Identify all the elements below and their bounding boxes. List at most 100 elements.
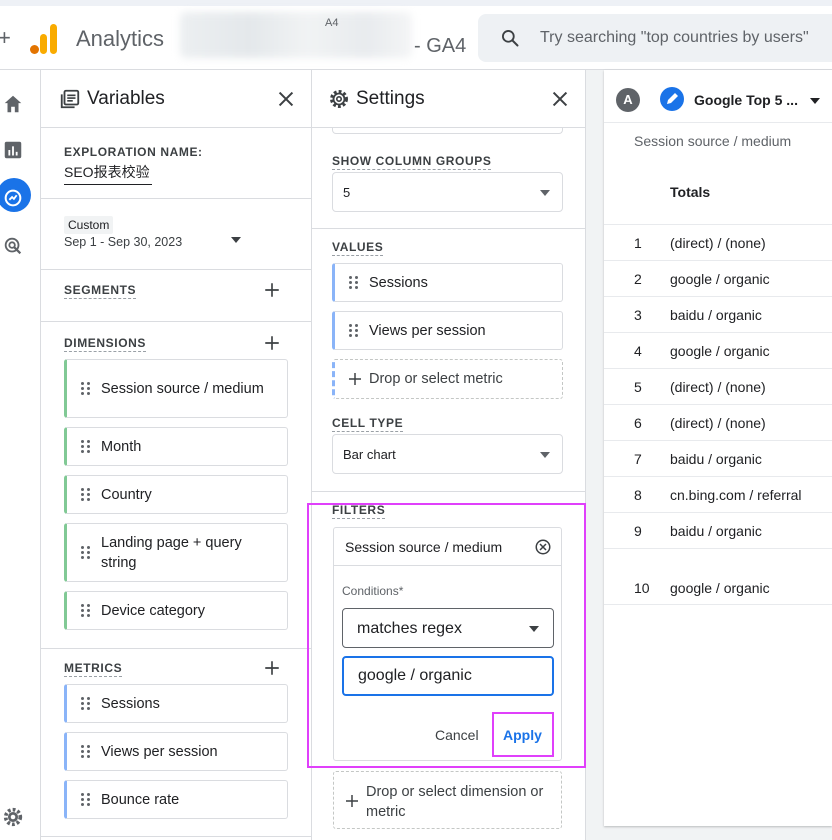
- add-dimension-plus-icon[interactable]: [263, 334, 281, 352]
- filter-expression-input[interactable]: [342, 656, 554, 696]
- close-icon[interactable]: [275, 88, 297, 110]
- conditions-label: Conditions*: [342, 584, 404, 598]
- drag-handle-icon[interactable]: [81, 487, 91, 502]
- row-value: google / organic: [670, 343, 770, 359]
- table-row[interactable]: 10 google / organic: [604, 548, 832, 604]
- filter-editor-header: Session source / medium: [334, 528, 561, 566]
- table-row[interactable]: 6 (direct) / (none): [604, 404, 832, 440]
- row-index: 8: [634, 487, 642, 503]
- property-small-text: A4: [325, 17, 339, 29]
- drag-handle-icon[interactable]: [81, 696, 91, 711]
- gear-icon[interactable]: [2, 806, 24, 828]
- row-value: google / organic: [670, 580, 770, 596]
- drop-metric-slot[interactable]: Drop or select metric: [332, 359, 563, 399]
- drag-handle-icon[interactable]: [81, 744, 91, 759]
- divider: [312, 228, 585, 229]
- table-end-divider: [604, 604, 832, 605]
- show-column-groups-select[interactable]: 5: [332, 172, 563, 212]
- row-index: 2: [634, 271, 642, 287]
- cell-type-select[interactable]: Bar chart: [332, 434, 563, 474]
- row-value: (direct) / (none): [670, 415, 766, 431]
- row-value: cn.bing.com / referral: [670, 487, 802, 503]
- column-header[interactable]: Session source / medium: [634, 133, 791, 149]
- exploration-name-field[interactable]: SEO报表校验: [64, 162, 152, 185]
- table-row[interactable]: 7 baidu / organic: [604, 440, 832, 476]
- drag-handle-icon[interactable]: [81, 792, 91, 807]
- dimension-chip-label: Device category: [101, 602, 205, 619]
- metrics-label: METRICS: [64, 661, 123, 677]
- drop-dimension-or-metric-slot[interactable]: Drop or select dimension or metric: [333, 771, 562, 829]
- cancel-button[interactable]: Cancel: [435, 727, 479, 743]
- dimension-chip[interactable]: Country: [64, 475, 288, 514]
- drag-handle-icon[interactable]: [81, 545, 91, 560]
- dimensions-label: DIMENSIONS: [64, 336, 147, 352]
- add-metric-plus-icon[interactable]: [263, 659, 281, 677]
- app-title[interactable]: Analytics: [76, 26, 164, 52]
- drag-handle-icon[interactable]: [349, 275, 359, 290]
- divider: [41, 836, 311, 837]
- account-selector-blurred[interactable]: [180, 12, 412, 58]
- drag-handle-icon[interactable]: [81, 381, 91, 396]
- divider: [41, 648, 311, 649]
- divider: [41, 321, 311, 322]
- table-row[interactable]: 8 cn.bing.com / referral: [604, 476, 832, 512]
- chevron-down-icon: [540, 452, 550, 458]
- dimension-chip[interactable]: Session source / medium: [64, 359, 288, 418]
- tab-google-top-5[interactable]: Google Top 5 ...: [650, 80, 832, 120]
- chevron-down-icon[interactable]: [810, 98, 820, 104]
- value-chip[interactable]: Sessions: [332, 263, 563, 302]
- apply-button[interactable]: Apply: [503, 727, 542, 743]
- table-row[interactable]: 2 google / organic: [604, 260, 832, 296]
- clear-circle-icon[interactable]: [534, 538, 552, 556]
- reports-icon[interactable]: [0, 136, 28, 164]
- analytics-logo-icon[interactable]: [30, 22, 60, 54]
- search-placeholder[interactable]: Try searching "top countries by users": [540, 29, 809, 47]
- table-row[interactable]: 9 baidu / organic: [604, 512, 832, 548]
- add-segment-plus-icon[interactable]: [263, 281, 281, 299]
- variables-icon: [60, 89, 80, 109]
- plus-icon: [349, 373, 361, 385]
- chevron-down-icon[interactable]: [231, 237, 241, 243]
- dimension-chip-label: Session source / medium: [101, 380, 264, 397]
- report-table: A Google Top 5 ... Session source / medi…: [604, 70, 832, 826]
- table-row[interactable]: 4 google / organic: [604, 332, 832, 368]
- table-row[interactable]: 3 baidu / organic: [604, 296, 832, 332]
- value-chip[interactable]: Views per session: [332, 311, 563, 350]
- explore-icon[interactable]: [0, 184, 28, 212]
- value-chip-label: Views per session: [369, 322, 486, 339]
- property-name[interactable]: - GA4: [414, 35, 466, 58]
- match-type-select[interactable]: matches regex: [342, 608, 554, 648]
- advertising-icon[interactable]: [0, 232, 28, 260]
- date-range-picker[interactable]: Sep 1 - Sep 30, 2023: [64, 235, 182, 249]
- value-chip-label: Sessions: [369, 274, 428, 291]
- close-icon[interactable]: [549, 88, 571, 110]
- row-value: baidu / organic: [670, 451, 762, 467]
- cell-type-label: CELL TYPE: [332, 416, 404, 432]
- menu-edge-icon[interactable]: +: [0, 27, 11, 49]
- dimension-chip[interactable]: Landing page + query string: [64, 523, 288, 582]
- segments-label: SEGMENTS: [64, 283, 137, 299]
- dimension-chip[interactable]: Month: [64, 427, 288, 466]
- variables-title: Variables: [87, 88, 165, 109]
- tab-badge-a[interactable]: A: [616, 88, 640, 112]
- row-index: 6: [634, 415, 642, 431]
- metric-chip[interactable]: Views per session: [64, 732, 288, 771]
- drag-handle-icon[interactable]: [81, 439, 91, 454]
- match-type-value: matches regex: [357, 620, 462, 637]
- edit-pencil-icon: [660, 87, 684, 111]
- divider: [41, 198, 311, 199]
- dimension-chip-label: Landing page + query string: [101, 534, 242, 571]
- search-bar[interactable]: Try searching "top countries by users": [478, 14, 832, 62]
- dimension-chip[interactable]: Device category: [64, 591, 288, 630]
- drag-handle-icon[interactable]: [349, 323, 359, 338]
- metric-chip[interactable]: Bounce rate: [64, 780, 288, 819]
- table-row[interactable]: 1 (direct) / (none): [604, 224, 832, 260]
- drag-handle-icon[interactable]: [81, 603, 91, 618]
- top-header: + Analytics A4 - GA4 Try searching "top …: [0, 0, 832, 70]
- row-value: baidu / organic: [670, 307, 762, 323]
- scrolled-field-remnant: [332, 128, 563, 134]
- variables-header: Variables: [41, 70, 311, 128]
- table-row[interactable]: 5 (direct) / (none): [604, 368, 832, 404]
- home-icon[interactable]: [0, 90, 28, 118]
- metric-chip[interactable]: Sessions: [64, 684, 288, 723]
